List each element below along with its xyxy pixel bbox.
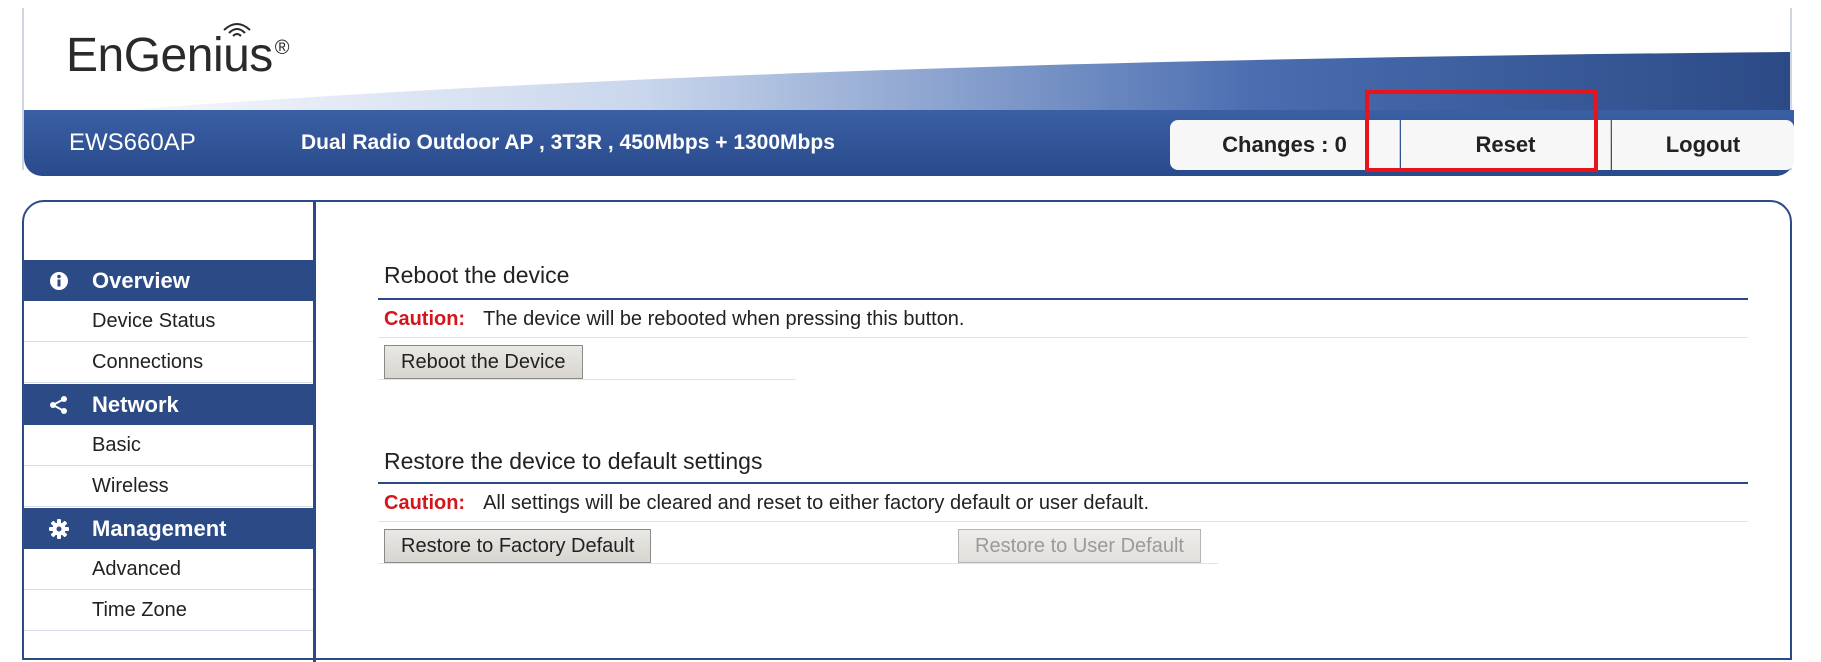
gear-icon [46, 508, 72, 549]
row-divider [378, 563, 1218, 564]
caution-text: The device will be rebooted when pressin… [483, 308, 965, 330]
sidebar: Overview Device Status Connections Netwo… [24, 202, 316, 662]
reboot-caution: Caution: The device will be rebooted when… [384, 308, 965, 331]
header-bar: EWS660AP Dual Radio Outdoor AP , 3T3R , … [24, 110, 1794, 176]
caution-text: All settings will be cleared and reset t… [483, 492, 1150, 514]
section-divider [378, 298, 1748, 300]
sidebar-group-label: Overview [92, 268, 190, 293]
reboot-device-button[interactable]: Reboot the Device [384, 345, 583, 379]
restore-section-title: Restore the device to default settings [384, 448, 763, 474]
logout-button[interactable]: Logout [1612, 120, 1794, 170]
sidebar-group-overview[interactable]: Overview [24, 260, 313, 301]
reset-button[interactable]: Reset [1401, 120, 1611, 170]
section-divider [378, 482, 1748, 484]
sidebar-item-time-zone[interactable]: Time Zone [24, 590, 313, 631]
row-divider [378, 379, 796, 380]
sidebar-item-device-status[interactable]: Device Status [24, 301, 313, 342]
row-divider [378, 337, 1748, 338]
registered-mark: ® [274, 37, 290, 59]
restore-caution: Caution: All settings will be cleared and… [384, 492, 1149, 515]
model-description: Dual Radio Outdoor AP , 3T3R , 450Mbps +… [301, 131, 835, 154]
sidebar-item-connections[interactable]: Connections [24, 342, 313, 383]
sidebar-item-wireless[interactable]: Wireless [24, 466, 313, 507]
main-panel: Overview Device Status Connections Netwo… [22, 200, 1792, 662]
content-area: Reboot the device Caution: The device wil… [318, 202, 1790, 662]
sidebar-group-management[interactable]: Management [24, 508, 313, 549]
header: EnGenius ® EWS660AP Dual Radio Outdoor AP… [22, 8, 1794, 176]
engenius-logo: EnGenius ® [66, 23, 290, 80]
sidebar-group-label: Management [92, 516, 227, 541]
row-divider [378, 521, 1748, 522]
restore-factory-default-button[interactable]: Restore to Factory Default [384, 529, 652, 563]
reboot-section-title: Reboot the device [384, 262, 570, 288]
sidebar-item-advanced[interactable]: Advanced [24, 549, 313, 590]
caution-label: Caution: [384, 308, 466, 330]
info-icon [46, 260, 72, 301]
share-icon [46, 384, 72, 425]
sidebar-group-label: Network [92, 392, 179, 417]
wifi-icon [223, 23, 251, 37]
model-name: EWS660AP [69, 129, 196, 156]
restore-user-default-button[interactable]: Restore to User Default [958, 529, 1201, 563]
caution-label: Caution: [384, 492, 466, 514]
sidebar-item-basic[interactable]: Basic [24, 425, 313, 466]
sidebar-group-network[interactable]: Network [24, 384, 313, 425]
changes-button[interactable]: Changes : 0 [1170, 120, 1400, 170]
